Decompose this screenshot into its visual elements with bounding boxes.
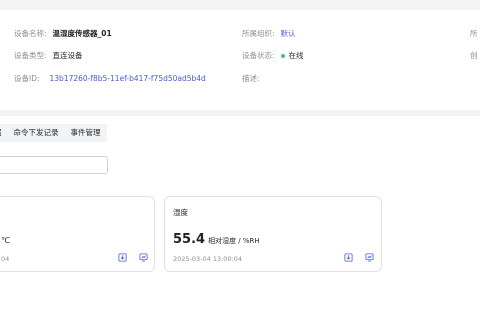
device-id-row: 设备ID: 13b17260-f8b5-11ef-b417-f75d50ad5b4… — [14, 73, 206, 84]
status-value: 在线 — [288, 51, 304, 60]
card-value: 55.4 — [173, 232, 206, 247]
device-type-value: 直连设备 — [52, 51, 83, 60]
device-type-row: 设备类型: 直连设备 — [14, 50, 83, 61]
card-timestamp: 04 — [1, 255, 10, 263]
search-input[interactable] — [0, 156, 108, 174]
status-label: 设备状态: — [242, 51, 275, 60]
card-value-row: 55.4 相对湿度 / %RH — [173, 228, 260, 247]
description-row: 描述: — [242, 73, 260, 84]
tab-data[interactable]: 据 — [0, 124, 8, 142]
org-row: 所属组织: 默认 — [242, 28, 296, 39]
card-actions — [118, 253, 148, 262]
device-name-label: 设备名称: — [14, 29, 47, 38]
tab-command-records[interactable]: 命令下发记录 — [7, 124, 65, 142]
card-unit: ℃ — [1, 236, 10, 245]
org-label: 所属组织: — [242, 29, 275, 38]
online-status-dot — [280, 54, 285, 58]
telemetry-card-temperature: ℃ 04 — [0, 196, 155, 272]
card-unit: 相对湿度 / %RH — [208, 237, 260, 245]
tab-event-management[interactable]: 事件管理 — [64, 124, 107, 142]
telemetry-card-humidity: 湿度 55.4 相对湿度 / %RH 2025-03-04 13:00:04 — [164, 196, 382, 272]
card-actions — [344, 253, 374, 262]
tab-bar: 据 命令下发记录 事件管理 — [0, 124, 107, 142]
device-data-panel: 据 命令下发记录 事件管理 ℃ 04 湿度 55.4相对湿度 / %RH 202… — [0, 116, 480, 320]
description-label: 描述: — [242, 74, 260, 83]
card-title: 湿度 — [173, 208, 188, 217]
right-column-label-mid: 创 — [470, 51, 478, 60]
device-id-label: 设备ID: — [14, 74, 40, 83]
card-timestamp: 2025-03-04 13:00:04 — [173, 255, 243, 263]
chart-icon[interactable] — [365, 253, 374, 262]
device-type-label: 设备类型: — [14, 51, 47, 60]
chart-icon[interactable] — [139, 253, 148, 262]
status-row: 设备状态: 在线 — [242, 50, 304, 61]
card-value-row: ℃ — [1, 228, 10, 247]
download-icon[interactable] — [118, 253, 127, 262]
device-name-row: 设备名称: 温湿度传感器_01 — [14, 28, 112, 39]
org-value[interactable]: 默认 — [281, 29, 296, 38]
device-name-value: 温湿度传感器_01 — [52, 29, 112, 38]
device-id-value[interactable]: 13b17260-f8b5-11ef-b417-f75d50ad5b4d — [50, 74, 206, 83]
right-column-label-top: 所 — [470, 29, 478, 38]
download-icon[interactable] — [344, 253, 353, 262]
device-info-panel: 设备名称: 温湿度传感器_01 设备类型: 直连设备 设备ID: 13b17260-f… — [0, 10, 480, 110]
